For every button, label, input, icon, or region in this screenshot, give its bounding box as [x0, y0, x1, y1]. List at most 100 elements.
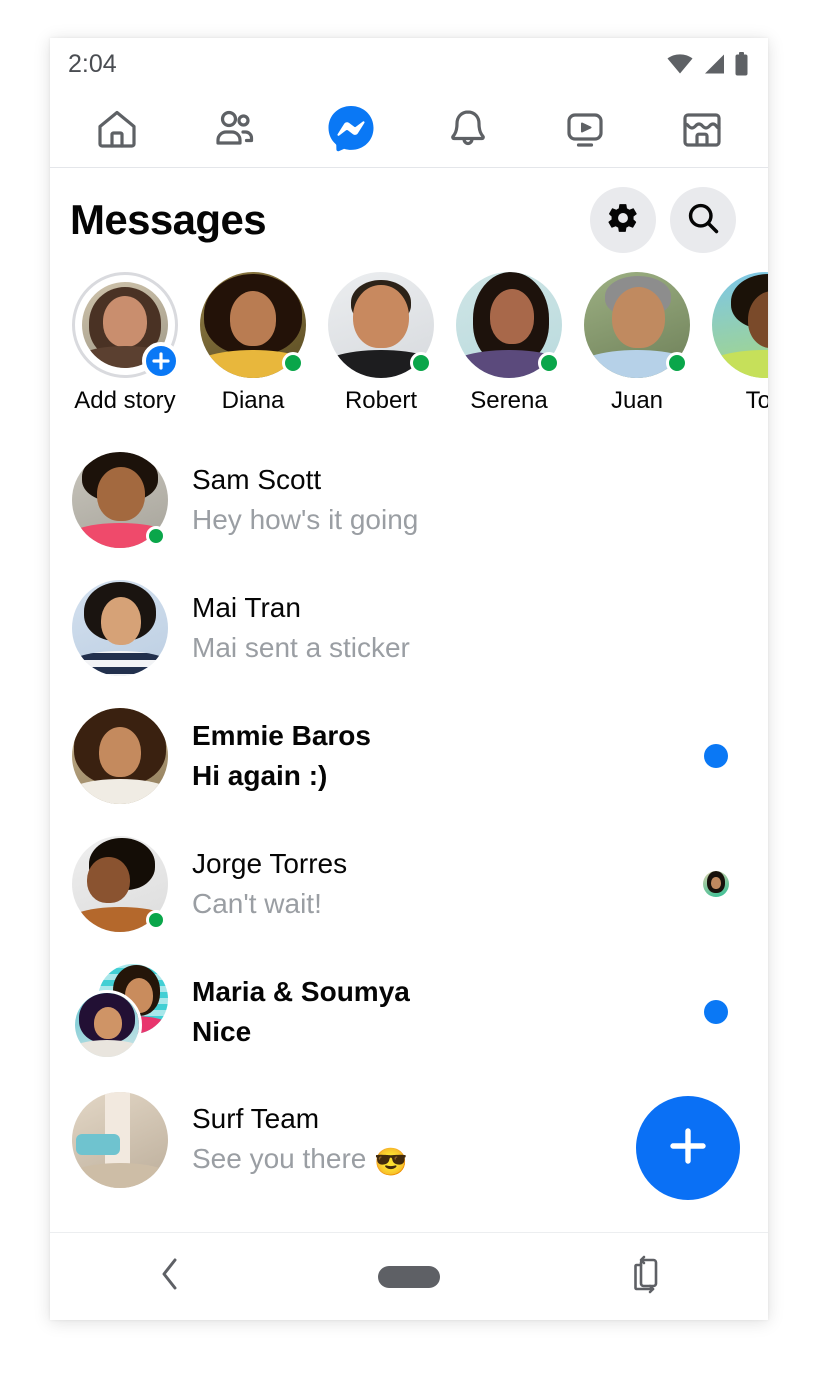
avatar-wrap	[72, 836, 168, 932]
avatar-photo	[72, 580, 168, 676]
avatar-wrap	[72, 708, 168, 804]
tab-marketplace[interactable]	[665, 101, 739, 157]
online-status-dot	[282, 352, 304, 374]
conversation-text: Sam Scott Hey how's it going	[192, 460, 694, 540]
cellular-signal-icon	[702, 54, 726, 74]
online-status-dot	[410, 352, 432, 374]
avatar-photo	[712, 272, 768, 378]
conversation-text: Jorge Torres Can't wait!	[192, 844, 694, 924]
new-message-fab[interactable]	[636, 1096, 740, 1200]
tab-friends[interactable]	[197, 101, 271, 157]
unread-dot	[704, 744, 728, 768]
conversation-row-mai-tran[interactable]: Mai Tran Mai sent a sticker	[50, 564, 768, 692]
conversation-name: Maria & Soumya	[192, 976, 410, 1008]
status-bar-clock: 2:04	[68, 49, 117, 78]
snippet-text: See you there	[192, 1142, 375, 1174]
online-status-dot	[146, 910, 166, 930]
conversation-name: Surf Team	[192, 1102, 320, 1134]
conversation-indicator	[694, 744, 738, 768]
conversation-text: Surf Team See you there 😎	[192, 1099, 694, 1181]
avatar-wrap	[72, 1092, 168, 1188]
story-label: Add story	[74, 387, 176, 414]
online-status-dot	[538, 352, 560, 374]
header-actions	[590, 187, 736, 253]
add-story-plus-badge[interactable]	[142, 342, 180, 380]
avatar	[72, 708, 168, 804]
avatar-photo	[703, 871, 729, 897]
messenger-icon	[325, 103, 377, 155]
story-avatar-wrap	[200, 272, 306, 378]
system-back-button[interactable]	[110, 1247, 230, 1307]
story-avatar-wrap	[584, 272, 690, 378]
avatar-wrap	[72, 452, 168, 548]
status-bar: 2:04	[50, 38, 768, 90]
settings-button[interactable]	[590, 187, 656, 253]
story-avatar-wrap	[328, 272, 434, 378]
home-pill-icon	[377, 1265, 440, 1288]
story-label: Ton	[745, 387, 768, 414]
rotate-screen-icon	[632, 1254, 664, 1299]
story-avatar-wrap	[712, 272, 768, 378]
conversation-text: Mai Tran Mai sent a sticker	[192, 588, 694, 668]
tab-watch[interactable]	[548, 101, 622, 157]
conversation-snippet: Nice	[192, 1016, 252, 1047]
story-serena[interactable]: Serena	[456, 272, 562, 415]
tab-home[interactable]	[80, 101, 154, 157]
tab-notifications[interactable]	[431, 101, 505, 157]
conversation-snippet: Hey how's it going	[192, 504, 419, 535]
phone-frame: 2:04 Messages Add story Diana Robert Ser…	[50, 38, 768, 1320]
story-robert[interactable]: Robert	[328, 272, 434, 415]
seen-avatar	[703, 871, 729, 897]
home-icon	[93, 105, 141, 153]
conversation-name: Jorge Torres	[192, 848, 348, 880]
avatar-photo	[72, 708, 168, 804]
story-juan[interactable]: Juan	[584, 272, 690, 415]
conversation-text: Emmie Baros Hi again :)	[192, 716, 694, 796]
stories-row[interactable]: Add story Diana Robert Serena Juan To	[50, 272, 768, 432]
story-label: Juan	[610, 387, 664, 414]
avatar-wrap	[72, 964, 168, 1060]
tab-messenger[interactable]	[314, 101, 388, 157]
search-button[interactable]	[670, 187, 736, 253]
conversation-list: Sam Scott Hey how's it going Mai Tran Ma…	[50, 432, 768, 1204]
story-tony[interactable]: Ton	[712, 272, 768, 415]
sunglasses-emoji-icon: 😎	[374, 1146, 408, 1177]
avatar	[72, 580, 168, 676]
page-title: Messages	[70, 196, 267, 243]
top-tab-bar	[50, 90, 768, 168]
story-add-story[interactable]: Add story	[72, 272, 180, 415]
avatar-photo	[75, 993, 139, 1057]
conversation-text: Maria & Soumya Nice	[192, 972, 694, 1052]
story-label: Serena	[470, 387, 548, 414]
conversation-row-emmie-baros[interactable]: Emmie Baros Hi again :)	[50, 692, 768, 820]
store-icon	[678, 105, 726, 153]
battery-icon	[735, 52, 748, 76]
conversation-row-jorge-torres[interactable]: Jorge Torres Can't wait!	[50, 820, 768, 948]
system-rotate-button[interactable]	[588, 1247, 708, 1307]
online-status-dot	[146, 526, 166, 546]
group-avatar	[72, 964, 168, 1060]
conversation-name: Sam Scott	[192, 464, 322, 496]
status-bar-icons	[667, 52, 748, 76]
conversation-indicator	[694, 1000, 738, 1024]
bell-icon	[444, 105, 492, 153]
conversation-row-maria-and-soumya[interactable]: Maria & Soumya Nice	[50, 948, 768, 1076]
system-navigation-bar	[50, 1232, 768, 1320]
story-avatar-wrap	[456, 272, 562, 378]
avatar	[72, 1092, 168, 1188]
unread-dot	[704, 1000, 728, 1024]
avatar-wrap	[72, 580, 168, 676]
page-header: Messages	[50, 168, 768, 272]
screenshot-root: 2:04 Messages Add story Diana Robert Ser…	[0, 0, 817, 1378]
conversation-row-sam-scott[interactable]: Sam Scott Hey how's it going	[50, 436, 768, 564]
avatar	[72, 990, 142, 1060]
story-diana[interactable]: Diana	[200, 272, 306, 415]
people-icon	[210, 105, 258, 153]
system-home-button[interactable]	[349, 1247, 469, 1307]
chevron-left-icon	[157, 1255, 183, 1298]
story-avatar-wrap	[72, 272, 180, 380]
story-label: Robert	[344, 387, 418, 414]
conversation-name: Mai Tran	[192, 592, 301, 624]
conversation-name: Emmie Baros	[192, 720, 371, 752]
online-status-dot	[666, 352, 688, 374]
